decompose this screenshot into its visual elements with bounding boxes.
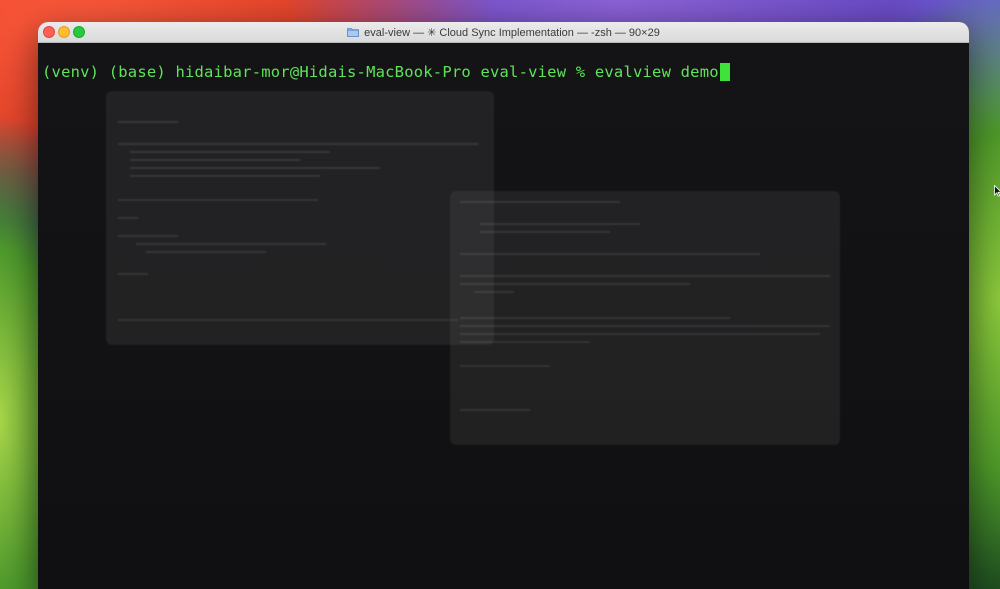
background-window-right bbox=[450, 191, 840, 445]
window-title: eval-view — ✳ Cloud Sync Implementation … bbox=[364, 26, 660, 39]
terminal-content[interactable]: (venv) (base) hidaibar-mor@Hidais-MacBoo… bbox=[38, 43, 969, 589]
title-bar[interactable]: eval-view — ✳ Cloud Sync Implementation … bbox=[38, 22, 969, 43]
window-title-group: eval-view — ✳ Cloud Sync Implementation … bbox=[38, 22, 969, 42]
folder-icon bbox=[347, 27, 360, 37]
text-cursor bbox=[719, 63, 730, 81]
prompt-line[interactable]: (venv) (base) hidaibar-mor@Hidais-MacBoo… bbox=[42, 63, 730, 81]
background-window-left bbox=[106, 91, 494, 345]
command-input[interactable]: evalview demo bbox=[595, 63, 719, 81]
mouse-pointer-icon bbox=[994, 182, 1000, 197]
prompt-text: (venv) (base) hidaibar-mor@Hidais-MacBoo… bbox=[42, 63, 595, 81]
terminal-window: eval-view — ✳ Cloud Sync Implementation … bbox=[38, 22, 969, 589]
